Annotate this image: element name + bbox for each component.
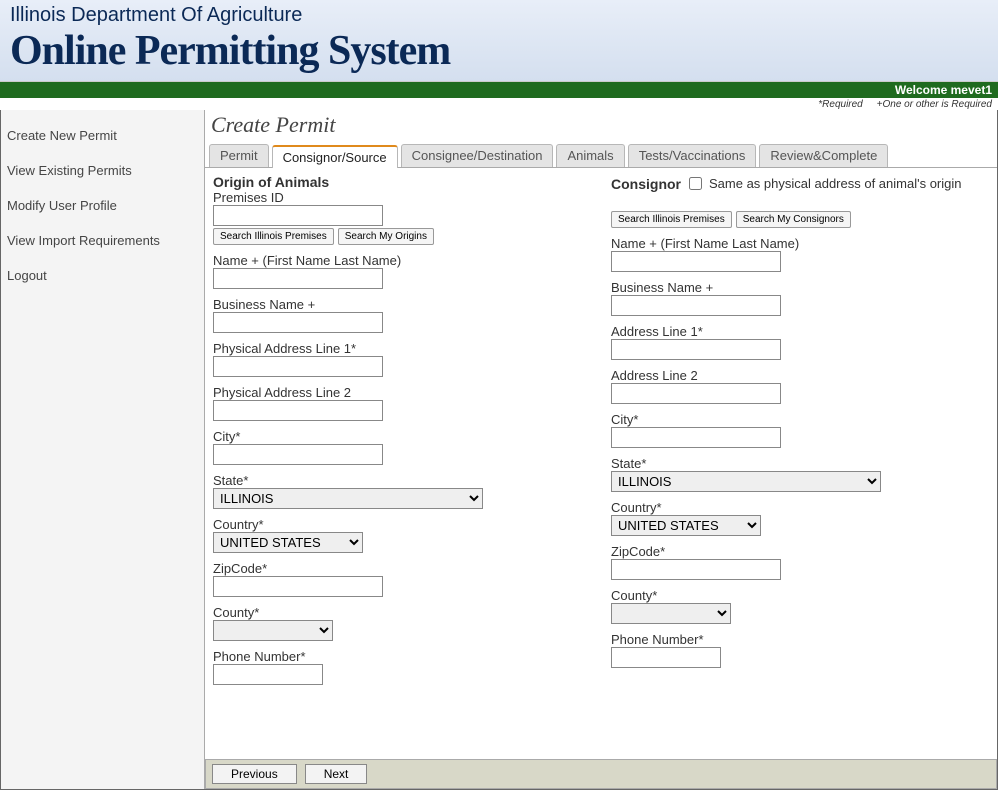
form-body: Origin of Animals Premises ID Search Ill… [205,168,997,759]
origin-phone-label: Phone Number* [213,649,591,664]
origin-addr2-input[interactable] [213,400,383,421]
consignor-addr2-input[interactable] [611,383,781,404]
origin-business-label: Business Name + [213,297,591,312]
origin-name-input[interactable] [213,268,383,289]
origin-addr2-label: Physical Address Line 2 [213,385,591,400]
consignor-state-label: State* [611,456,989,471]
next-button[interactable]: Next [305,764,368,784]
consignor-business-input[interactable] [611,295,781,316]
origin-business-input[interactable] [213,312,383,333]
department-name: Illinois Department Of Agriculture [10,4,988,27]
required-hints: *Required +One or other is Required [0,98,998,110]
origin-heading: Origin of Animals [213,174,591,190]
consignor-column: Consignor Same as physical address of an… [611,174,989,751]
sidebar-item-view-existing-permits[interactable]: View Existing Permits [1,153,204,188]
consignor-city-label: City* [611,412,989,427]
consignor-country-select[interactable]: UNITED STATES [611,515,761,536]
tab-permit[interactable]: Permit [209,144,269,167]
search-illinois-premises-button-consignor[interactable]: Search Illinois Premises [611,211,732,228]
search-my-consignors-button[interactable]: Search My Consignors [736,211,851,228]
tab-bar: Permit Consignor/Source Consignee/Destin… [205,144,997,168]
wizard-footer: Previous Next [205,759,997,789]
tab-review-complete[interactable]: Review&Complete [759,144,888,167]
consignor-name-label: Name + (First Name Last Name) [611,236,989,251]
consignor-name-input[interactable] [611,251,781,272]
previous-button[interactable]: Previous [212,764,297,784]
sidebar: Create New Permit View Existing Permits … [1,110,205,789]
origin-state-label: State* [213,473,591,488]
consignor-addr1-input[interactable] [611,339,781,360]
sidebar-item-create-new-permit[interactable]: Create New Permit [1,118,204,153]
origin-county-label: County* [213,605,591,620]
tab-tests-vaccinations[interactable]: Tests/Vaccinations [628,144,757,167]
tab-animals[interactable]: Animals [556,144,624,167]
tab-consignor-source[interactable]: Consignor/Source [272,145,398,168]
consignor-phone-input[interactable] [611,647,721,668]
premises-id-input[interactable] [213,205,383,226]
consignor-county-label: County* [611,588,989,603]
search-my-origins-button[interactable]: Search My Origins [338,228,434,245]
consignor-city-input[interactable] [611,427,781,448]
sidebar-item-view-import-requirements[interactable]: View Import Requirements [1,223,204,258]
origin-addr1-input[interactable] [213,356,383,377]
origin-city-label: City* [213,429,591,444]
origin-addr1-label: Physical Address Line 1* [213,341,591,356]
same-as-origin-label: Same as physical address of animal's ori… [709,176,962,191]
origin-zip-label: ZipCode* [213,561,591,576]
sidebar-item-modify-user-profile[interactable]: Modify User Profile [1,188,204,223]
app-shell: Create New Permit View Existing Permits … [0,110,998,790]
origin-phone-input[interactable] [213,664,323,685]
consignor-phone-label: Phone Number* [611,632,989,647]
origin-state-select[interactable]: ILLINOIS [213,488,483,509]
origin-column: Origin of Animals Premises ID Search Ill… [213,174,591,751]
sidebar-item-logout[interactable]: Logout [1,258,204,293]
consignor-addr1-label: Address Line 1* [611,324,989,339]
search-illinois-premises-button-origin[interactable]: Search Illinois Premises [213,228,334,245]
origin-country-select[interactable]: UNITED STATES [213,532,363,553]
hint-required: *Required [818,99,862,110]
origin-city-input[interactable] [213,444,383,465]
consignor-state-select[interactable]: ILLINOIS [611,471,881,492]
hint-one-or-other: +One or other is Required [877,99,992,110]
same-as-origin-checkbox[interactable] [689,177,702,190]
consignor-heading: Consignor [611,176,681,192]
origin-name-label: Name + (First Name Last Name) [213,253,591,268]
consignor-zip-label: ZipCode* [611,544,989,559]
origin-country-label: Country* [213,517,591,532]
page-title: Create Permit [211,112,997,138]
system-name: Online Permitting System [10,27,988,75]
consignor-zip-input[interactable] [611,559,781,580]
consignor-county-select[interactable] [611,603,731,624]
tab-consignee-destination[interactable]: Consignee/Destination [401,144,554,167]
consignor-business-label: Business Name + [611,280,989,295]
header-banner: Illinois Department Of Agriculture Onlin… [0,0,998,82]
origin-county-select[interactable] [213,620,333,641]
main-content: Create Permit Permit Consignor/Source Co… [205,110,997,789]
consignor-addr2-label: Address Line 2 [611,368,989,383]
welcome-bar: Welcome mevet1 [0,82,998,98]
origin-zip-input[interactable] [213,576,383,597]
consignor-country-label: Country* [611,500,989,515]
premises-id-label: Premises ID [213,190,591,205]
